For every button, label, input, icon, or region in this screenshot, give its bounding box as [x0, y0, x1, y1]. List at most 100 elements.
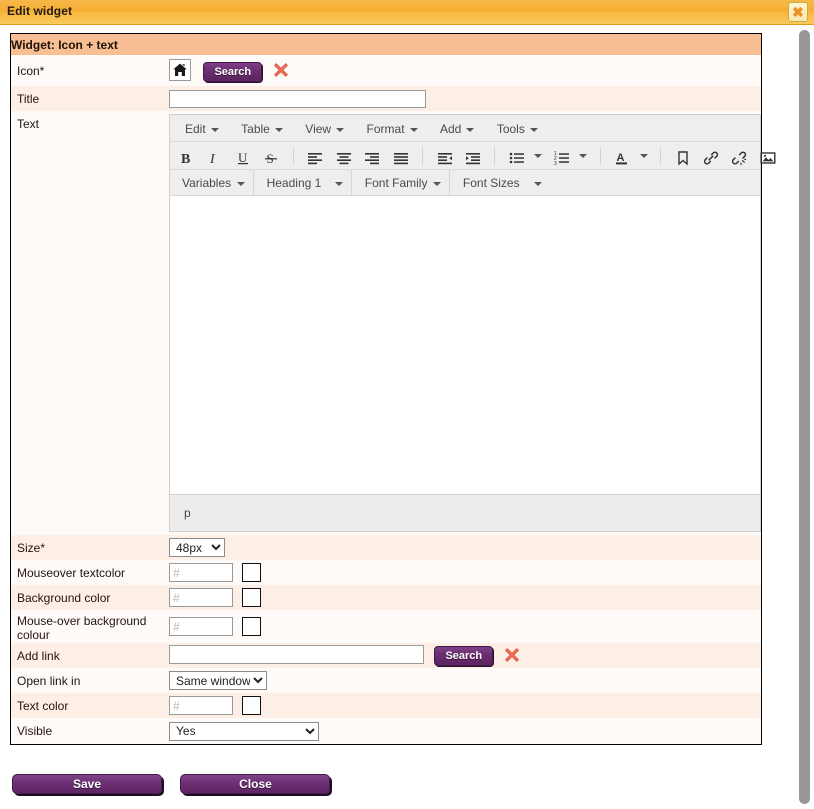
- mouseover-textcolor-swatch[interactable]: [242, 562, 262, 582]
- font-sizes-dropdown[interactable]: Font Sizes: [455, 170, 550, 196]
- mouseover-background-colour-swatch[interactable]: [242, 616, 262, 636]
- align-center-icon[interactable]: [332, 144, 356, 168]
- menu-table-label: Table: [241, 122, 270, 136]
- text-color-input[interactable]: [169, 696, 233, 716]
- menu-edit[interactable]: Edit: [176, 116, 228, 143]
- save-button[interactable]: Save: [12, 774, 162, 794]
- font-sizes-label: Font Sizes: [462, 176, 520, 190]
- unlink-icon[interactable]: [727, 144, 751, 168]
- menu-tools-label: Tools: [496, 122, 525, 136]
- bullet-list-icon[interactable]: [505, 144, 529, 168]
- svg-text:3: 3: [554, 161, 557, 166]
- font-family-dropdown[interactable]: Font Family: [357, 170, 451, 196]
- bullet-list-options-chevron-down-icon[interactable]: [534, 153, 543, 158]
- open-link-in-select[interactable]: Same window: [169, 671, 267, 690]
- home-icon[interactable]: [169, 59, 191, 82]
- indent-icon[interactable]: [461, 144, 485, 168]
- label-add-link: Add link: [10, 643, 169, 668]
- italic-icon[interactable]: I: [202, 144, 226, 168]
- window-titlebar: Edit widget ✖: [0, 0, 814, 25]
- visible-select[interactable]: Yes: [169, 721, 319, 741]
- form-header-row: Widget: Icon + text: [10, 33, 762, 55]
- chevron-down-icon: [433, 181, 442, 186]
- toolbar-separator: [494, 146, 496, 165]
- scrollbar-thumb[interactable]: [799, 30, 810, 804]
- chevron-down-icon: [466, 127, 475, 132]
- strikethrough-icon[interactable]: S: [259, 144, 283, 168]
- mouseover-background-colour-input[interactable]: [169, 617, 233, 637]
- chevron-down-icon: [533, 181, 542, 186]
- label-title: Title: [10, 86, 169, 111]
- menu-table[interactable]: Table: [232, 116, 292, 143]
- add-link-search-button[interactable]: Search: [434, 645, 494, 666]
- row-text: Text Edit Table View Format Add Tools B: [10, 111, 776, 535]
- link-icon[interactable]: [699, 144, 723, 168]
- editor-menubar: Edit Table View Format Add Tools: [170, 115, 760, 142]
- menu-add[interactable]: Add: [431, 116, 483, 143]
- row-size: Size* 48px: [10, 535, 762, 560]
- font-family-label: Font Family: [364, 176, 428, 190]
- mouseover-textcolor-input[interactable]: [169, 563, 233, 583]
- menu-view[interactable]: View: [296, 116, 353, 143]
- form-action-buttons: Save Close: [12, 774, 344, 794]
- numbered-list-icon[interactable]: 123: [550, 144, 574, 168]
- menu-view-label: View: [305, 122, 332, 136]
- field-icon: Search: [169, 55, 762, 86]
- page-scrollbar[interactable]: [794, 25, 814, 809]
- row-icon: Icon* Search: [10, 55, 762, 86]
- toolbar-separator: [660, 146, 662, 165]
- variables-label: Variables: [182, 176, 232, 190]
- label-icon: Icon*: [10, 55, 169, 86]
- editor-style-toolbar: Variables Heading 1 Font Family Font Siz…: [170, 170, 760, 196]
- field-mouseover-background-colour: [169, 610, 762, 643]
- text-color-icon[interactable]: A: [610, 144, 634, 168]
- title-input[interactable]: [169, 89, 426, 108]
- label-text: Text: [10, 111, 169, 535]
- toolbar-separator: [292, 146, 294, 165]
- add-link-remove-icon[interactable]: [504, 647, 520, 663]
- icon-remove-icon[interactable]: [273, 62, 289, 78]
- editor-content-area[interactable]: [170, 196, 760, 494]
- chevron-down-icon: [409, 127, 418, 132]
- field-text-color: [169, 693, 762, 718]
- field-text-editor: Edit Table View Format Add Tools B I U S…: [169, 111, 776, 535]
- label-size: Size*: [10, 535, 169, 560]
- underline-icon[interactable]: U: [231, 144, 255, 168]
- variables-dropdown[interactable]: Variables: [174, 170, 255, 196]
- text-color-options-chevron-down-icon[interactable]: [639, 153, 648, 158]
- menu-tools[interactable]: Tools: [488, 116, 547, 143]
- field-mouseover-textcolor: [169, 560, 762, 585]
- image-icon[interactable]: [756, 144, 780, 168]
- anchor-icon[interactable]: [671, 144, 695, 168]
- menu-format[interactable]: Format: [358, 116, 427, 143]
- size-select[interactable]: 48px: [169, 538, 225, 557]
- chevron-down-icon: [336, 127, 345, 132]
- svg-text:A: A: [617, 152, 625, 164]
- editor-format-toolbar: B I U S 1 2 3 A: [170, 142, 776, 170]
- align-left-icon[interactable]: [303, 144, 327, 168]
- close-button[interactable]: Close: [180, 774, 331, 794]
- menu-edit-label: Edit: [185, 122, 206, 136]
- label-mouseover-textcolor: Mouseover textcolor: [10, 560, 169, 585]
- form-header-label: Widget: Icon + text: [10, 33, 762, 55]
- outdent-icon[interactable]: [433, 144, 457, 168]
- label-background-color: Background color: [10, 585, 169, 610]
- row-visible: Visible Yes: [10, 718, 762, 745]
- align-justify-icon[interactable]: [389, 144, 413, 168]
- numbered-list-options-chevron-down-icon[interactable]: [579, 153, 588, 158]
- row-mouseover-background-colour: Mouse-over background colour: [10, 610, 762, 643]
- close-icon: ✖: [792, 4, 804, 20]
- rich-text-editor: Edit Table View Format Add Tools B I U S…: [169, 114, 776, 532]
- toolbar-separator: [422, 146, 424, 165]
- background-color-swatch[interactable]: [242, 587, 262, 607]
- heading-dropdown[interactable]: Heading 1: [259, 170, 353, 196]
- window-title: Edit widget: [7, 4, 73, 18]
- bold-icon[interactable]: B: [174, 144, 198, 168]
- add-link-input[interactable]: [169, 645, 424, 665]
- icon-search-button[interactable]: Search: [203, 61, 263, 82]
- align-right-icon[interactable]: [360, 144, 384, 168]
- text-color-swatch[interactable]: [242, 695, 262, 715]
- window-close-button[interactable]: ✖: [788, 2, 808, 22]
- background-color-input[interactable]: [169, 588, 233, 608]
- row-title: Title: [10, 86, 762, 111]
